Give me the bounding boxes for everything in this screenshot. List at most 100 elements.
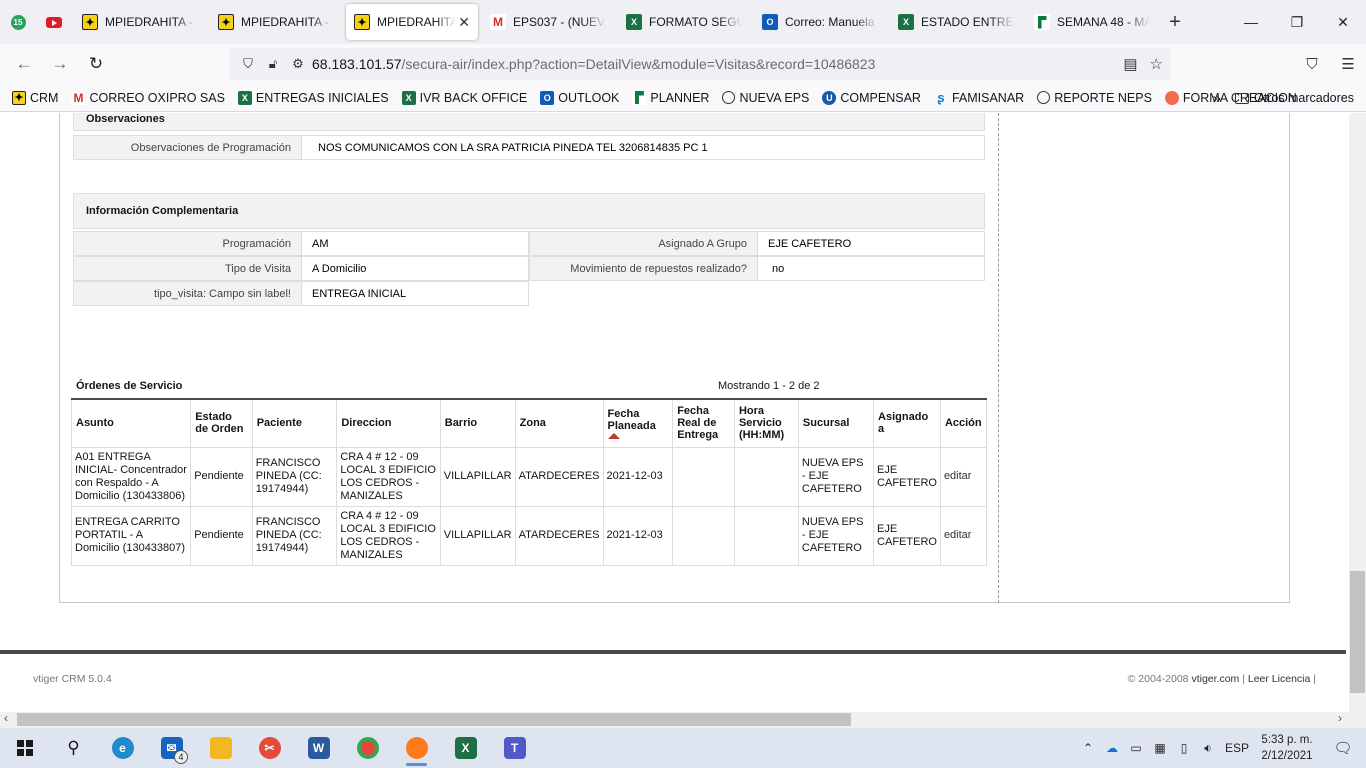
table-row: ENTREGA CARRITO PORTATIL - A Domicilio (… xyxy=(70,505,988,566)
col-fecha-planeada[interactable]: Fecha Planeada xyxy=(602,398,674,448)
scroll-left-icon[interactable]: ‹ xyxy=(4,711,8,725)
close-window-icon[interactable]: ✕ xyxy=(1320,0,1366,44)
col-hora-servicio[interactable]: Hora Servicio (HH:MM) xyxy=(733,398,799,448)
tab-active-mpiedrahita[interactable]: ✦ MPIEDRAHITA ✕ xyxy=(346,4,478,40)
bookmark-entregas-iniciales[interactable]: X ENTREGAS INICIALES xyxy=(237,90,389,105)
tab-correo[interactable]: OCorreo: Manuela Piedrahita xyxy=(754,4,886,40)
edit-link[interactable]: editar xyxy=(944,470,972,482)
scroll-right-icon[interactable]: › xyxy=(1338,711,1342,725)
col-barrio[interactable]: Barrio xyxy=(439,398,516,448)
col-estado[interactable]: Estado de Orden xyxy=(190,398,253,448)
insecure-lock-icon[interactable]: 🔓︎ xyxy=(262,56,284,72)
onedrive-icon[interactable]: ☁ xyxy=(1100,741,1124,755)
other-bookmarks-folder[interactable]: Otros marcadores xyxy=(1234,91,1354,105)
tab-formato[interactable]: XFORMATO SEGUIMIENTO xyxy=(618,4,750,40)
excel-icon: X xyxy=(401,90,416,105)
pocket-icon[interactable]: ⛉ xyxy=(1294,56,1330,73)
windows-icon xyxy=(16,740,33,756)
menu-icon[interactable]: ☰ xyxy=(1330,55,1366,73)
licence-link[interactable]: Leer Licencia xyxy=(1248,673,1310,685)
cell-fecha-planeada: 2021-12-03 xyxy=(602,446,674,507)
new-tab-button[interactable]: + xyxy=(1160,11,1190,34)
bookmark-outlook[interactable]: O OUTLOOK xyxy=(540,90,619,105)
chevron-up-icon[interactable]: ⌃ xyxy=(1076,741,1100,755)
bookmark-star-icon[interactable]: ☆ xyxy=(1150,55,1163,73)
bookmark-ivr-back-office[interactable]: X IVR BACK OFFICE xyxy=(401,90,527,105)
address-bar[interactable]: ⛉ 🔓︎ ⚙ 68.183.101.57/secura-air/index.ph… xyxy=(229,48,1171,80)
back-icon[interactable]: ← xyxy=(6,54,42,74)
pinned-tab-youtube[interactable] xyxy=(36,0,72,44)
col-asunto[interactable]: Asunto xyxy=(70,398,192,448)
taskbar-mail[interactable]: ✉ 4 xyxy=(147,728,196,768)
taskbar-excel[interactable]: X xyxy=(441,728,490,768)
cell-accion: editar xyxy=(939,446,988,507)
bookmark-crm[interactable]: ✦ CRM xyxy=(12,90,58,105)
clock[interactable]: 5:33 p. m. 2/12/2021 xyxy=(1254,732,1320,764)
table-header-row: Asunto Estado de Orden Paciente Direccio… xyxy=(70,398,988,448)
taskbar-edge[interactable]: e xyxy=(98,728,147,768)
gmail-icon: M xyxy=(490,14,506,30)
tab-gmail[interactable]: MEPS037 - (NUEVA EPS) xyxy=(482,4,614,40)
tab-semana[interactable]: SEMANA 48 - MAYO xyxy=(1026,4,1158,40)
window-controls: — ❐ ✕ xyxy=(1228,0,1366,44)
reader-view-icon[interactable]: ▤ xyxy=(1123,55,1137,73)
horizontal-scroll-thumb[interactable] xyxy=(17,713,851,726)
search-button[interactable]: ⚲ xyxy=(49,728,98,768)
forward-icon[interactable]: → xyxy=(42,54,78,74)
col-direccion[interactable]: Direccion xyxy=(336,398,441,448)
col-paciente[interactable]: Paciente xyxy=(251,398,338,448)
taskbar-teams[interactable]: T xyxy=(490,728,539,768)
tab-strip: 15 ✦MPIEDRAHITA - Visitas ✦MPIEDRAHITA -… xyxy=(0,0,1366,44)
bookmark-nueva-eps[interactable]: NUEVA EPS xyxy=(722,91,809,105)
taskbar-firefox[interactable] xyxy=(392,728,441,768)
taskbar-snip[interactable]: ✂ xyxy=(245,728,294,768)
col-fecha-real[interactable]: Fecha Real de Entrega xyxy=(672,398,735,448)
taskbar-word[interactable]: W xyxy=(294,728,343,768)
vertical-scroll-thumb[interactable] xyxy=(1350,571,1365,693)
bookmark-compensar[interactable]: U COMPENSAR xyxy=(822,90,921,105)
pinned-tab-calendar[interactable]: 15 xyxy=(0,0,36,44)
permissions-icon[interactable]: ⚙ xyxy=(287,56,309,72)
tab-estado-entregas[interactable]: XESTADO ENTREGAS xyxy=(890,4,1022,40)
field-label: Programación xyxy=(73,231,302,256)
vtiger-icon: ✦ xyxy=(12,90,26,105)
more-bookmarks-chevron-icon[interactable]: » xyxy=(1213,90,1221,107)
tab-visitas-2[interactable]: ✦MPIEDRAHITA - Visitas xyxy=(210,4,342,40)
col-sucursal[interactable]: Sucursal xyxy=(797,398,875,448)
cell-asunto: A01 ENTREGA INICIAL- Concentrador con Re… xyxy=(70,446,192,507)
col-asignado[interactable]: Asignado a xyxy=(873,398,941,448)
cell-hora xyxy=(733,446,799,507)
close-tab-icon[interactable]: ✕ xyxy=(458,14,470,31)
taskbar-chrome[interactable] xyxy=(343,728,392,768)
field-label: Asignado A Grupo xyxy=(529,231,758,256)
volume-icon[interactable]: 🔉︎ xyxy=(1196,741,1220,756)
teams-icon: T xyxy=(503,737,526,759)
device-icon[interactable]: ▭ xyxy=(1124,741,1148,755)
bookmark-reporte-neps[interactable]: REPORTE NEPS xyxy=(1037,91,1152,105)
vtiger-link[interactable]: vtiger.com xyxy=(1191,673,1239,685)
language-indicator[interactable]: ESP xyxy=(1220,741,1254,755)
field-value: ENTREGA INICIAL xyxy=(302,281,529,306)
field-value: A Domicilio xyxy=(302,256,529,281)
edge-icon: e xyxy=(111,737,134,759)
edit-link[interactable]: editar xyxy=(944,529,972,541)
minimize-icon[interactable]: — xyxy=(1228,0,1274,44)
folder-icon xyxy=(1234,93,1249,105)
field-row-tipo-visita: Tipo de Visita A Domicilio xyxy=(73,256,529,281)
shield-icon[interactable]: ⛉ xyxy=(237,56,259,72)
sort-ascending-icon[interactable] xyxy=(607,432,620,439)
col-zona[interactable]: Zona xyxy=(514,398,604,448)
network-icon[interactable]: ▦ xyxy=(1148,741,1172,755)
reload-icon[interactable]: ↻ xyxy=(78,54,114,74)
bookmark-planner[interactable]: PLANNER xyxy=(632,90,709,105)
restore-icon[interactable]: ❐ xyxy=(1274,0,1320,44)
clock-time: 5:33 p. m. xyxy=(1261,734,1313,746)
navigation-bar: ← → ↻ ⛉ 🔓︎ ⚙ 68.183.101.57/secura-air/in… xyxy=(0,44,1366,84)
bookmark-correo-oxipro[interactable]: M CORREO OXIPRO SAS xyxy=(71,90,225,105)
start-button[interactable] xyxy=(0,728,49,768)
bookmark-famisanar[interactable]: ʂ FAMISANAR xyxy=(934,90,1024,105)
notifications-icon[interactable]: 🗨︎ xyxy=(1320,739,1366,757)
tab-visitas-1[interactable]: ✦MPIEDRAHITA - Visitas xyxy=(74,4,206,40)
battery-icon[interactable]: ▯ xyxy=(1172,741,1196,755)
taskbar-explorer[interactable] xyxy=(196,728,245,768)
